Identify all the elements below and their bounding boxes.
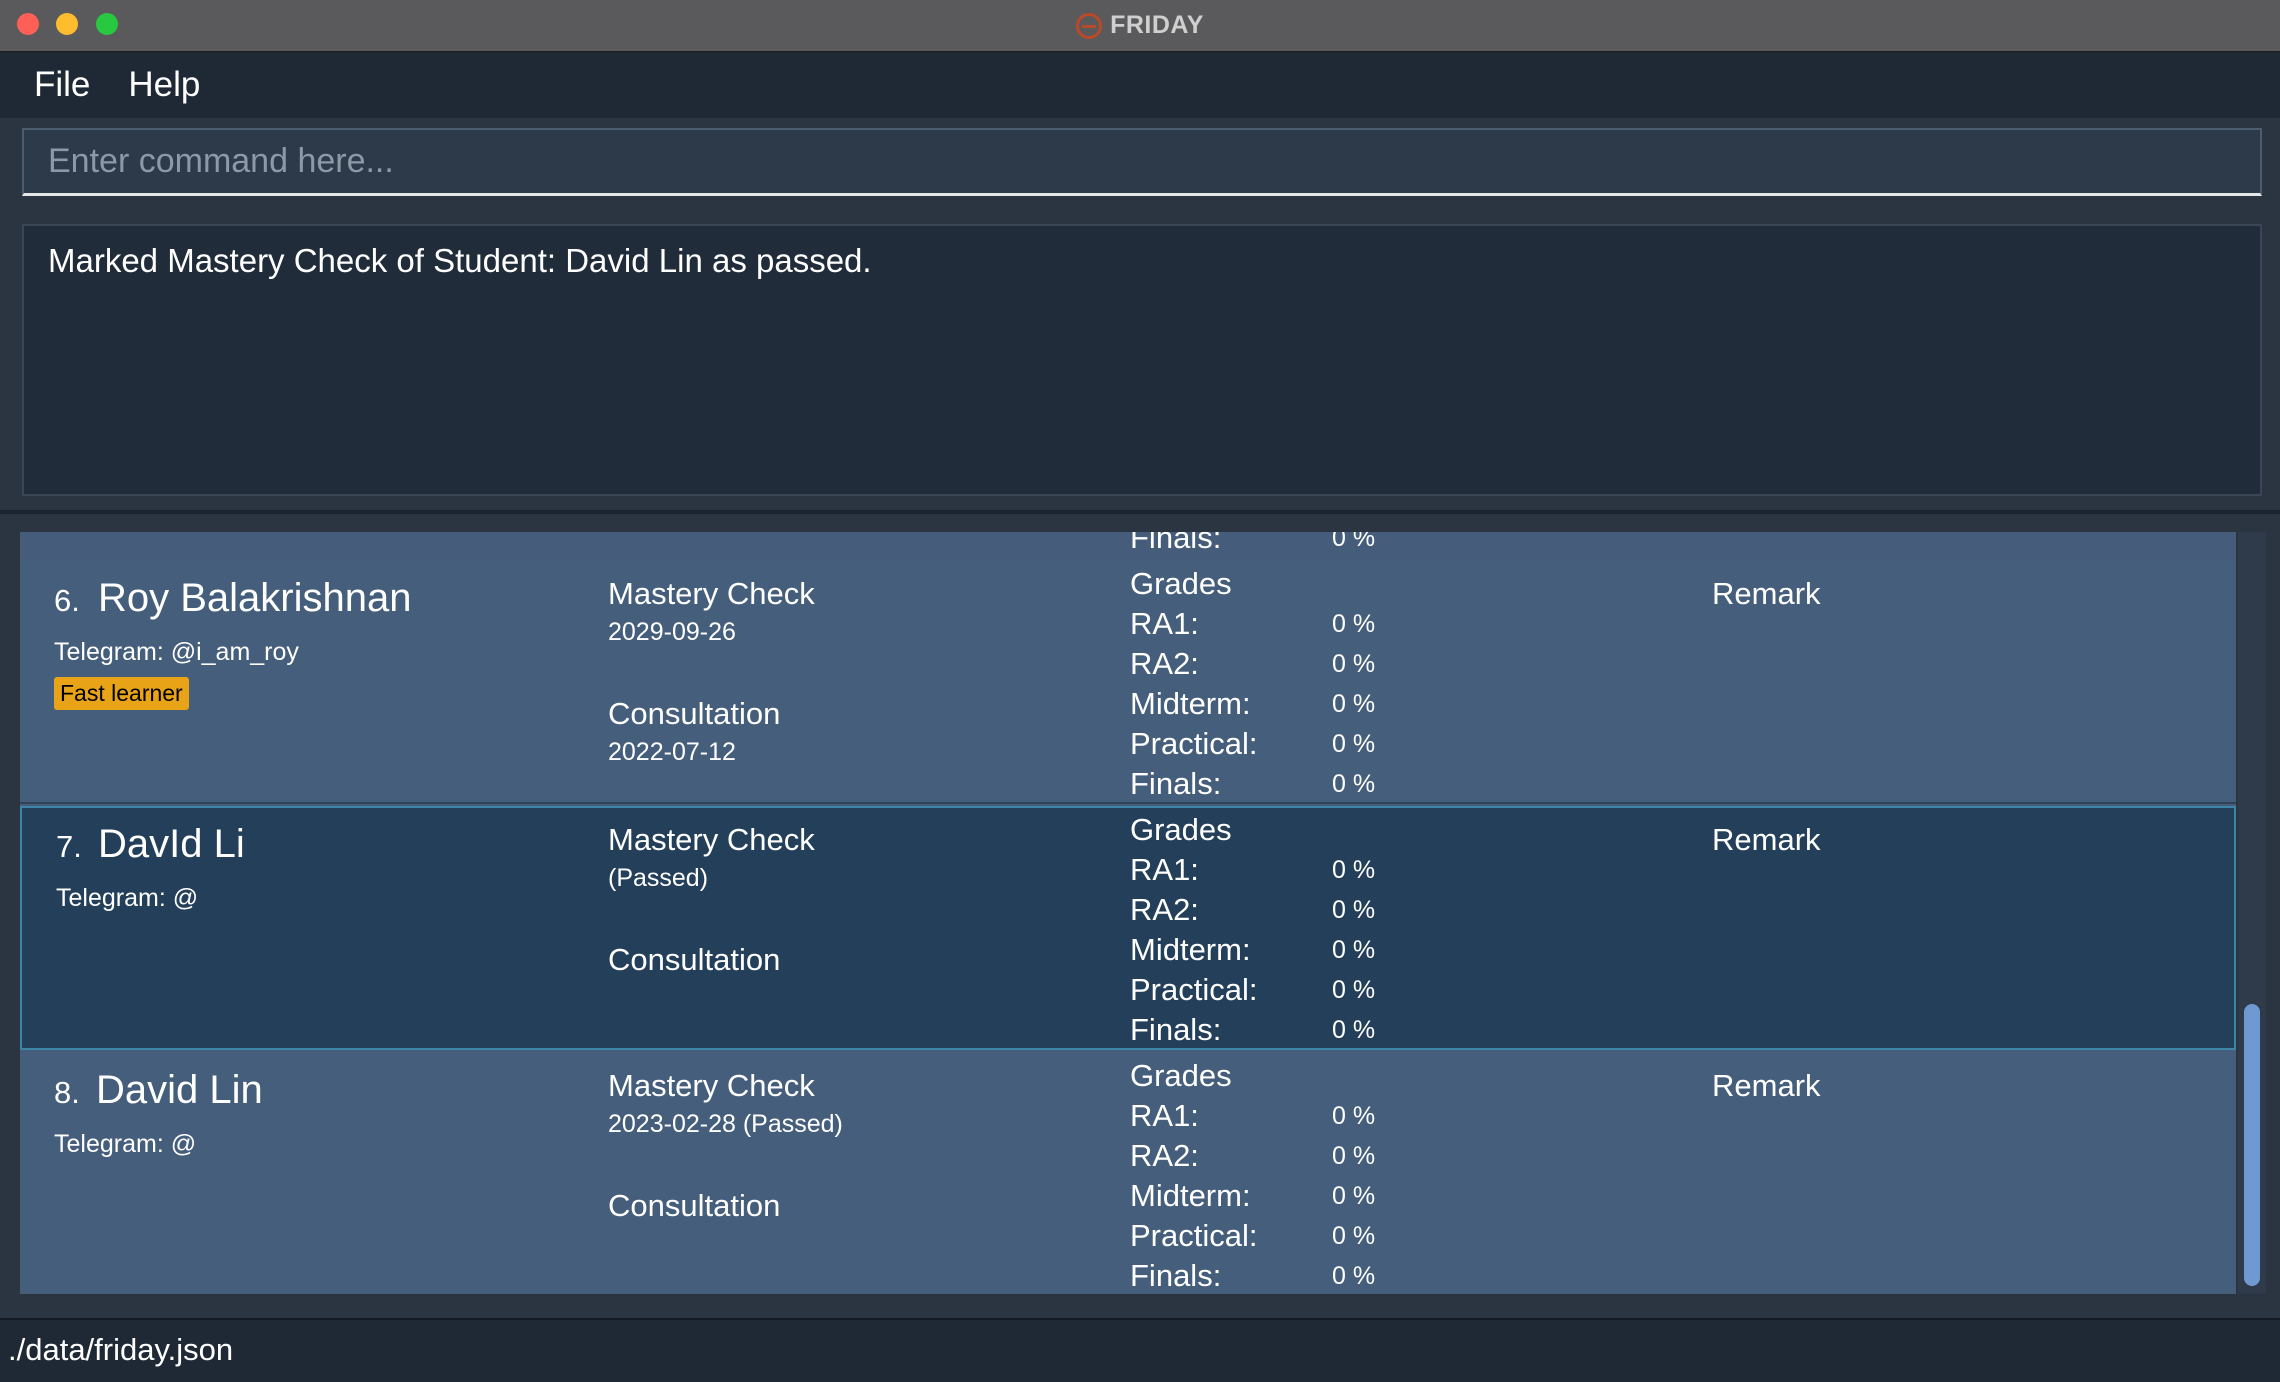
- student-index: 8.: [54, 1075, 80, 1110]
- list-scrollbar[interactable]: [2238, 532, 2266, 1294]
- grade-value-practical: 0 %: [1332, 730, 1376, 758]
- grade-label-practical: Practical:: [1130, 972, 1258, 1007]
- menu-bar: File Help: [0, 52, 2280, 118]
- mastery-check-status: (Passed): [608, 864, 709, 892]
- student-card[interactable]: 8. David Lin Telegram: @ Mastery Check 2…: [20, 1052, 2236, 1294]
- student-telegram: Telegram: @: [54, 1130, 197, 1158]
- menu-help[interactable]: Help: [128, 65, 200, 105]
- grade-value-ra1: 0 %: [1332, 610, 1376, 638]
- grade-value-ra1: 0 %: [1332, 1102, 1376, 1130]
- window-title: FRIDAY: [1110, 11, 1204, 39]
- data-file-path: ./data/friday.json: [8, 1332, 234, 1367]
- consultation-label: Consultation: [608, 942, 781, 977]
- mastery-check-label: Mastery Check: [608, 822, 815, 857]
- grades-header: Grades: [1130, 812, 1232, 847]
- command-input[interactable]: [22, 128, 2262, 196]
- grade-value-midterm: 0 %: [1332, 1182, 1376, 1210]
- student-tag: Fast learner: [54, 677, 189, 710]
- grade-value-finals: 0 %: [1332, 1016, 1376, 1044]
- grade-label-practical: Practical:: [1130, 1218, 1258, 1253]
- grade-label-midterm: Midterm:: [1130, 1178, 1251, 1213]
- student-card-selected[interactable]: 7. DavId Li Telegram: @ Mastery Check (P…: [20, 806, 2236, 1050]
- grade-value-finals: 0 %: [1332, 1262, 1376, 1290]
- grade-label-ra2: RA2:: [1130, 892, 1199, 927]
- grade-value-finals: 0 %: [1332, 532, 1376, 552]
- grade-label-finals: Finals:: [1130, 1012, 1222, 1047]
- grade-value-practical: 0 %: [1332, 1222, 1376, 1250]
- student-name: David Lin: [96, 1068, 263, 1112]
- grade-value-ra2: 0 %: [1332, 650, 1376, 678]
- mastery-check-label: Mastery Check: [608, 1068, 815, 1103]
- grade-value-midterm: 0 %: [1332, 690, 1376, 718]
- mastery-check-date: 2029-09-26: [608, 618, 736, 646]
- title-bar: FRIDAY: [0, 0, 2280, 52]
- grade-label-finals: Finals:: [1130, 532, 1222, 555]
- grade-label-ra1: RA1:: [1130, 1098, 1199, 1133]
- remark-label: Remark: [1712, 576, 1821, 611]
- grade-label-midterm: Midterm:: [1130, 686, 1251, 721]
- student-card[interactable]: 6. Roy Balakrishnan Telegram: @i_am_roy …: [20, 560, 2236, 804]
- grade-value-finals: 0 %: [1332, 770, 1376, 798]
- menu-file[interactable]: File: [34, 65, 90, 105]
- partial-card: Finals: 0 %: [20, 532, 2236, 558]
- grade-label-finals: Finals:: [1130, 766, 1222, 801]
- consultation-date: 2022-07-12: [608, 738, 736, 766]
- student-index: 7.: [56, 829, 82, 864]
- student-name: DavId Li: [98, 822, 245, 866]
- grade-label-finals: Finals:: [1130, 1258, 1222, 1293]
- result-display: Marked Mastery Check of Student: David L…: [22, 224, 2262, 496]
- grade-label-midterm: Midterm:: [1130, 932, 1251, 967]
- student-telegram: Telegram: @: [56, 884, 199, 912]
- grade-value-ra1: 0 %: [1332, 856, 1376, 884]
- grade-value-ra2: 0 %: [1332, 896, 1376, 924]
- consultation-label: Consultation: [608, 696, 781, 731]
- grade-label-ra2: RA2:: [1130, 1138, 1199, 1173]
- remark-label: Remark: [1712, 1068, 1821, 1103]
- grade-value-practical: 0 %: [1332, 976, 1376, 1004]
- student-name: Roy Balakrishnan: [98, 576, 412, 620]
- student-telegram: Telegram: @i_am_roy: [54, 638, 299, 666]
- grades-header: Grades: [1130, 566, 1232, 601]
- mastery-check-label: Mastery Check: [608, 576, 815, 611]
- scrollbar-thumb[interactable]: [2244, 1004, 2260, 1286]
- result-message: Marked Mastery Check of Student: David L…: [48, 242, 872, 279]
- remark-label: Remark: [1712, 822, 1821, 857]
- command-area: [0, 118, 2280, 210]
- grade-label-ra2: RA2:: [1130, 646, 1199, 681]
- app-logo-icon: [1076, 12, 1103, 39]
- grade-value-midterm: 0 %: [1332, 936, 1376, 964]
- mastery-check-date: 2023-02-28 (Passed): [608, 1110, 843, 1138]
- grade-value-ra2: 0 %: [1332, 1142, 1376, 1170]
- student-list[interactable]: Finals: 0 % 6. Roy Balakrishnan Telegram…: [20, 532, 2236, 1294]
- student-index: 6.: [54, 583, 80, 618]
- grade-label-ra1: RA1:: [1130, 606, 1199, 641]
- grade-label-ra1: RA1:: [1130, 852, 1199, 887]
- grades-header: Grades: [1130, 1058, 1232, 1093]
- grade-label-practical: Practical:: [1130, 726, 1258, 761]
- panel-divider: [0, 510, 2280, 514]
- status-bar: ./data/friday.json: [0, 1318, 2280, 1382]
- consultation-label: Consultation: [608, 1188, 781, 1223]
